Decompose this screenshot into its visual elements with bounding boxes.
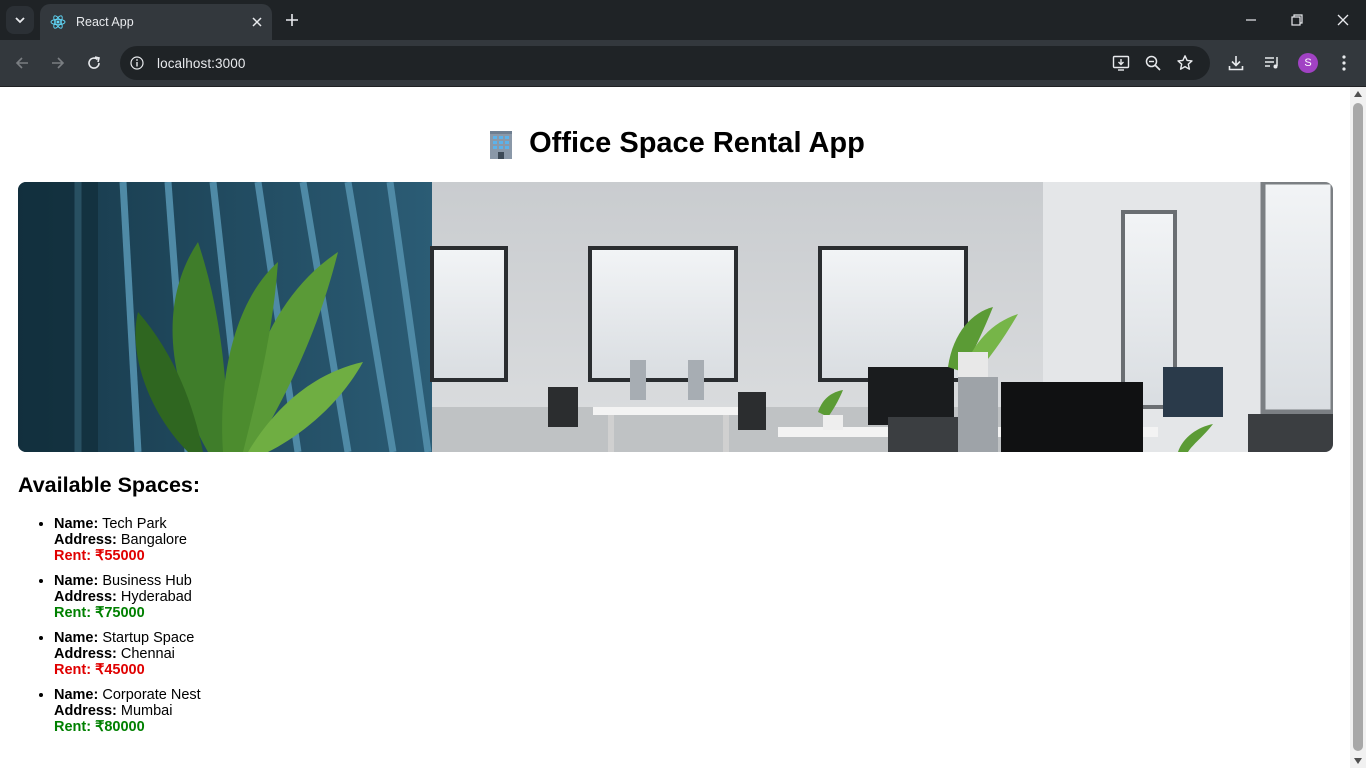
rent-value: 80000 bbox=[104, 719, 145, 735]
rent-label: Rent: ₹ bbox=[54, 719, 105, 735]
address-bar[interactable]: localhost:3000 bbox=[120, 46, 1210, 80]
profile-avatar[interactable]: S bbox=[1298, 53, 1318, 73]
list-item: Name: Startup Space Address: Chennai Ren… bbox=[54, 630, 201, 678]
downloads-icon[interactable] bbox=[1223, 50, 1249, 76]
name-label: Name: bbox=[54, 573, 99, 589]
rent-label: Rent: ₹ bbox=[54, 548, 105, 564]
scroll-down-icon[interactable] bbox=[1354, 758, 1362, 764]
space-rent: Rent: ₹75000 bbox=[54, 605, 201, 621]
rent-value: 45000 bbox=[104, 662, 145, 678]
space-address: Mumbai bbox=[120, 703, 173, 719]
install-app-icon[interactable] bbox=[1110, 52, 1132, 74]
space-rent: Rent: ₹55000 bbox=[54, 548, 201, 564]
url-text[interactable]: localhost:3000 bbox=[157, 56, 245, 71]
close-window-icon[interactable] bbox=[1320, 0, 1366, 40]
rent-value: 75000 bbox=[104, 605, 145, 621]
address-label: Address: bbox=[54, 703, 117, 719]
space-name: Corporate Nest bbox=[102, 687, 201, 703]
tab-title: React App bbox=[76, 15, 134, 29]
space-name: Business Hub bbox=[102, 573, 192, 589]
name-label: Name: bbox=[54, 687, 99, 703]
rent-label: Rent: ₹ bbox=[54, 605, 105, 621]
zoom-icon[interactable] bbox=[1142, 52, 1164, 74]
page-scrollbar[interactable] bbox=[1350, 87, 1366, 768]
browser-tab[interactable]: React App bbox=[40, 4, 272, 40]
react-favicon-icon bbox=[50, 14, 66, 30]
space-address: Hyderabad bbox=[120, 589, 192, 605]
space-rent: Rent: ₹45000 bbox=[54, 662, 201, 678]
browser-title-bar: React App bbox=[0, 0, 1366, 40]
space-name: Tech Park bbox=[102, 516, 167, 532]
space-rent: Rent: ₹80000 bbox=[54, 719, 201, 735]
site-info-icon[interactable] bbox=[128, 54, 146, 72]
media-control-icon[interactable] bbox=[1259, 50, 1285, 76]
tab-search-icon[interactable] bbox=[6, 6, 34, 34]
page-viewport: Office Space Rental App Available Spaces… bbox=[0, 87, 1350, 768]
forward-icon[interactable] bbox=[43, 48, 73, 78]
reload-icon[interactable] bbox=[79, 48, 109, 78]
rent-value: 55000 bbox=[104, 548, 145, 564]
page-title: Office Space Rental App bbox=[0, 127, 1350, 160]
menu-icon[interactable] bbox=[1331, 50, 1357, 76]
new-tab-icon[interactable] bbox=[280, 8, 304, 32]
name-label: Name: bbox=[54, 516, 99, 532]
back-icon[interactable] bbox=[7, 48, 37, 78]
space-address: Bangalore bbox=[120, 532, 187, 548]
browser-toolbar: localhost:3000 bbox=[0, 40, 1366, 86]
scrollbar-thumb[interactable] bbox=[1353, 103, 1363, 751]
spaces-list: Name: Tech Park Address: Bangalore Rent:… bbox=[54, 516, 201, 744]
office-banner-image bbox=[18, 182, 1333, 452]
available-spaces-heading: Available Spaces: bbox=[18, 473, 201, 497]
minimize-icon[interactable] bbox=[1228, 0, 1274, 40]
list-item: Name: Corporate Nest Address: Mumbai Ren… bbox=[54, 687, 201, 735]
list-item: Name: Business Hub Address: Hyderabad Re… bbox=[54, 573, 201, 621]
page-title-text: Office Space Rental App bbox=[529, 127, 865, 159]
space-address: Chennai bbox=[120, 646, 175, 662]
tab-close-icon[interactable] bbox=[246, 11, 268, 33]
rent-label: Rent: ₹ bbox=[54, 662, 105, 678]
office-building-icon bbox=[485, 129, 517, 159]
address-label: Address: bbox=[54, 589, 117, 605]
bookmark-star-icon[interactable] bbox=[1174, 52, 1196, 74]
restore-icon[interactable] bbox=[1274, 0, 1320, 40]
address-label: Address: bbox=[54, 532, 117, 548]
list-item: Name: Tech Park Address: Bangalore Rent:… bbox=[54, 516, 201, 564]
space-name: Startup Space bbox=[102, 630, 195, 646]
address-label: Address: bbox=[54, 646, 117, 662]
scroll-up-icon[interactable] bbox=[1354, 91, 1362, 97]
name-label: Name: bbox=[54, 630, 99, 646]
